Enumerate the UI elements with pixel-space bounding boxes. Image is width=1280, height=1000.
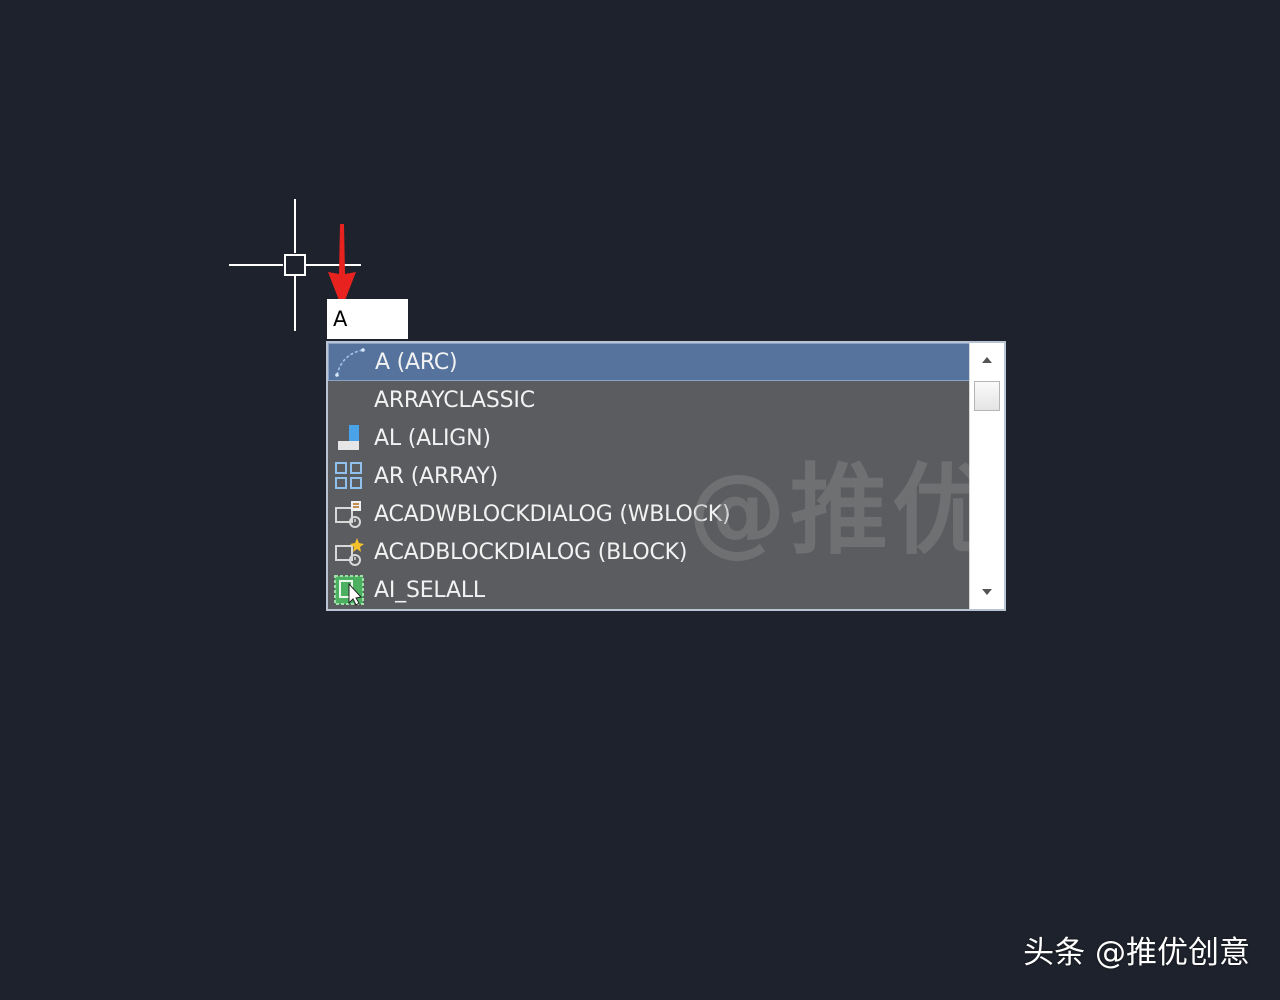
array-icon: [333, 460, 365, 492]
autocomplete-item-label: AL (ALIGN): [374, 425, 491, 451]
autocomplete-item-selall[interactable]: AI_SELALL: [328, 571, 970, 609]
scroll-down-button[interactable]: [970, 575, 1004, 609]
select-all-icon: [333, 574, 365, 606]
wblock-icon: [333, 498, 365, 530]
autocomplete-item-label: ARRAYCLASSIC: [374, 387, 535, 413]
autocomplete-item-array[interactable]: AR (ARRAY): [328, 457, 970, 495]
chevron-down-icon: [982, 589, 992, 595]
autocomplete-item-label: ACADBLOCKDIALOG (BLOCK): [374, 539, 688, 565]
chevron-up-icon: [982, 357, 992, 363]
arc-icon: [334, 346, 366, 378]
autocomplete-item-align[interactable]: AL (ALIGN): [328, 419, 970, 457]
autocomplete-item-label: AI_SELALL: [374, 577, 485, 603]
autocomplete-item-block[interactable]: ACADBLOCKDIALOG (BLOCK): [328, 533, 970, 571]
block-icon: [333, 536, 365, 568]
command-dynamic-input[interactable]: A: [327, 299, 408, 339]
align-icon: [333, 422, 365, 454]
autocomplete-scrollbar[interactable]: [969, 343, 1004, 609]
command-autocomplete-list: A (ARC) ARRAYCLASSIC AL (ALIGN) AR (ARRA…: [326, 341, 1006, 611]
red-arrow-annotation: [328, 224, 356, 308]
autocomplete-item-wblock[interactable]: ACADWBLOCKDIALOG (WBLOCK): [328, 495, 970, 533]
scroll-up-button[interactable]: [970, 343, 1004, 377]
autocomplete-items: A (ARC) ARRAYCLASSIC AL (ALIGN) AR (ARRA…: [328, 343, 970, 609]
autocomplete-item-label: A (ARC): [375, 349, 458, 375]
scroll-thumb[interactable]: [974, 381, 1000, 411]
autocomplete-item-label: AR (ARRAY): [374, 463, 499, 489]
blank-icon: [333, 384, 365, 416]
autocomplete-item-label: ACADWBLOCKDIALOG (WBLOCK): [374, 501, 731, 527]
source-watermark: 头条 @推优创意: [1023, 935, 1250, 971]
autocomplete-item-arrayclassic[interactable]: ARRAYCLASSIC: [328, 381, 970, 419]
autocomplete-item-arc[interactable]: A (ARC): [328, 343, 970, 381]
